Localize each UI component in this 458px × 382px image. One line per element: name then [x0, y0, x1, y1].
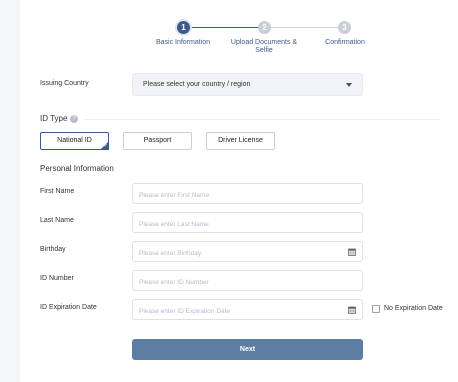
- id-expiration-label: ID Expiration Date: [40, 304, 97, 311]
- step-1-indicator: 1: [177, 21, 190, 34]
- issuing-country-value: Please select your country / region: [143, 81, 251, 88]
- id-number-label: ID Number: [40, 275, 74, 282]
- birthday-input[interactable]: [133, 244, 362, 263]
- calendar-icon[interactable]: [348, 306, 356, 314]
- section-divider: [84, 119, 440, 120]
- next-button[interactable]: Next: [132, 339, 363, 360]
- id-type-passport[interactable]: Passport: [123, 132, 192, 150]
- first-name-input[interactable]: [133, 186, 362, 205]
- personal-info-title: Personal Information: [40, 164, 114, 173]
- id-number-input[interactable]: [133, 273, 362, 292]
- last-name-input[interactable]: [133, 215, 362, 234]
- id-expiration-input[interactable]: [133, 302, 362, 321]
- chevron-down-icon: [346, 83, 352, 87]
- last-name-field: [132, 212, 363, 234]
- progress-stepper: 1 2 3 Basic Information Upload Documents…: [0, 20, 458, 60]
- id-expiration-field: [132, 299, 363, 321]
- birthday-field: [132, 241, 363, 263]
- id-type-title: ID Type: [40, 114, 68, 123]
- issuing-country-label: Issuing Country: [40, 80, 89, 87]
- question-icon[interactable]: ?: [70, 115, 78, 123]
- first-name-label: First Name: [40, 188, 75, 195]
- step-1-label: Basic Information: [155, 39, 211, 46]
- id-type-driver-license[interactable]: Driver License: [206, 132, 275, 150]
- no-expiration-label: No Expiration Date: [384, 305, 443, 312]
- stepper-line-2: [270, 27, 344, 28]
- id-type-national-id[interactable]: National ID ✓: [40, 132, 109, 150]
- step-3-indicator: 3: [338, 21, 351, 34]
- id-type-driver-license-label: Driver License: [218, 137, 263, 144]
- id-type-national-id-label: National ID: [57, 137, 92, 144]
- step-3-label: Confirmation: [325, 39, 365, 46]
- last-name-label: Last Name: [40, 217, 74, 224]
- check-icon: ✓: [103, 143, 108, 149]
- stepper-line-1: [189, 27, 263, 28]
- calendar-icon[interactable]: [348, 248, 356, 256]
- no-expiration-checkbox[interactable]: [372, 305, 380, 313]
- step-2-label: Upload Documents & Selfie: [230, 39, 298, 54]
- birthday-label: Birthday: [40, 246, 66, 253]
- issuing-country-select[interactable]: Please select your country / region: [132, 73, 363, 96]
- first-name-field: [132, 183, 363, 205]
- id-type-passport-label: Passport: [143, 137, 172, 144]
- id-number-field: [132, 270, 363, 292]
- step-2-indicator: 2: [258, 21, 271, 34]
